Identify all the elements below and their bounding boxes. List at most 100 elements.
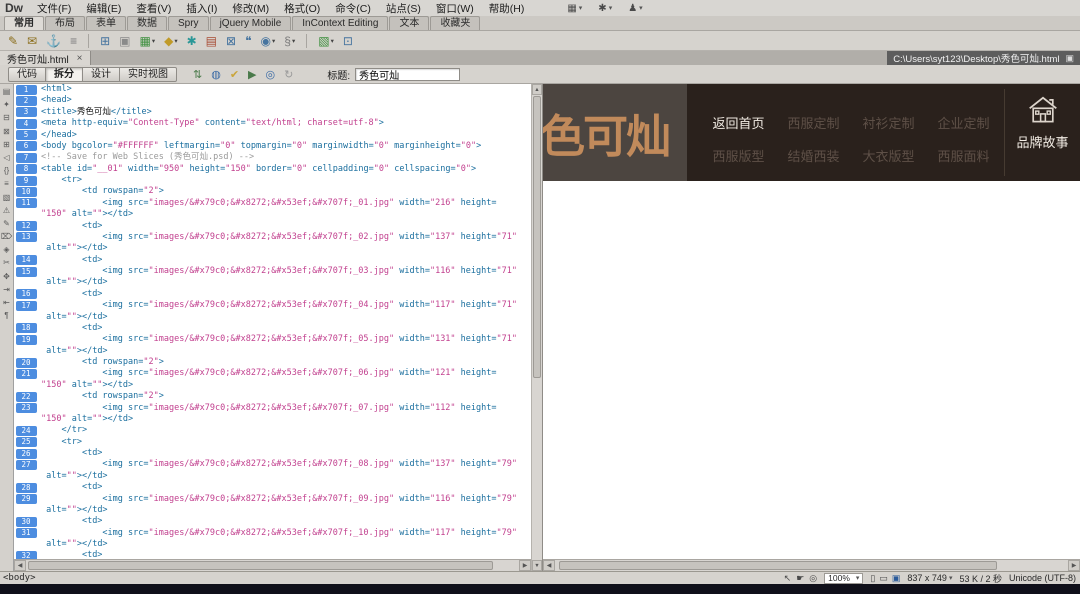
panel-options-icon[interactable]: ▣ (1065, 53, 1074, 64)
show-code-navigator-icon[interactable]: ✦ (3, 100, 10, 110)
menu-item[interactable]: 帮助(H) (489, 1, 525, 16)
balance-braces-icon[interactable]: {} (4, 166, 9, 176)
expand-all-icon[interactable]: ⊞ (3, 140, 10, 150)
indent-icon[interactable]: ⇥ (3, 285, 10, 295)
scroll-down-icon[interactable]: ▼ (532, 560, 542, 571)
close-tab-icon[interactable]: × (77, 53, 83, 64)
view-mode-button[interactable]: 实时视图 (119, 67, 177, 82)
design-horizontal-scrollbar[interactable]: ◀ ▶ (543, 559, 1080, 571)
recent-snippets-icon[interactable]: ✂ (3, 258, 10, 268)
view-mode-button[interactable]: 设计 (82, 67, 120, 82)
select-parent-tag-icon[interactable]: ◁ (3, 153, 9, 163)
scroll-thumb[interactable] (28, 561, 493, 570)
insert-tab[interactable]: 常用 (4, 16, 44, 30)
desktop-size-icon[interactable]: ▣ (892, 573, 901, 584)
scroll-right-icon[interactable]: ▶ (1068, 560, 1080, 571)
collapse-full-tag-icon[interactable]: ⊟ (3, 113, 10, 123)
insert-tab[interactable]: 布局 (45, 16, 85, 30)
view-mode-button[interactable]: 拆分 (45, 67, 83, 82)
design-view[interactable]: 色可灿 返回首页西服定制衬衫定制企业定制 西服版型结婚西装大衣版型西服面料 品牌… (542, 84, 1080, 571)
scroll-up-icon[interactable]: ▲ (532, 84, 542, 95)
validate-markup-icon[interactable]: ✔ (230, 68, 239, 81)
menu-item[interactable]: 文件(F) (37, 1, 71, 16)
menu-item[interactable]: 编辑(E) (86, 1, 121, 16)
menu-item[interactable]: 修改(M) (232, 1, 269, 16)
window-size-value[interactable]: 837 x 749 ▾ (907, 573, 952, 583)
horizontal-rule-icon[interactable]: ≡ (70, 34, 77, 48)
hyperlink-icon[interactable]: ✎ (8, 34, 18, 48)
scroll-left-icon[interactable]: ◀ (543, 560, 555, 571)
preview-in-browser-icon[interactable]: ◍ (211, 68, 221, 81)
code-vertical-scrollbar[interactable]: ▲ ▼ (531, 84, 542, 571)
media-icon[interactable]: ◆▾ (164, 34, 178, 48)
scroll-track[interactable] (555, 560, 1068, 571)
insert-tab[interactable]: 表单 (86, 16, 126, 30)
live-code-icon[interactable]: ▶ (248, 68, 256, 81)
insert-tab[interactable]: 数据 (127, 16, 167, 30)
scroll-thumb[interactable] (533, 96, 541, 378)
zoom-select[interactable]: 100% ▾ (824, 573, 863, 584)
scroll-track[interactable] (532, 95, 542, 560)
highlight-invalid-code-icon[interactable]: ▧ (3, 193, 11, 203)
document-tab[interactable]: 秀色可灿.html × (0, 51, 91, 65)
menu-item[interactable]: 站点(S) (386, 1, 421, 16)
menu-item[interactable]: 插入(I) (186, 1, 217, 16)
inspect-mode-icon[interactable]: ◎ (266, 68, 276, 81)
hand-tool-icon[interactable]: ☛ (796, 573, 804, 584)
tablet-size-icon[interactable]: ▭ (879, 573, 888, 584)
workspace-layout-icon[interactable]: ▦▾ (567, 3, 582, 14)
insert-tab[interactable]: Spry (168, 16, 209, 30)
design-canvas[interactable] (543, 181, 1080, 559)
extensions-gear-icon[interactable]: ✱▾ (598, 3, 612, 14)
menu-item[interactable]: 查看(V) (136, 1, 171, 16)
remove-comment-icon[interactable]: ⌦ (1, 232, 12, 242)
dreamweaver-window: Dw 文件(F)编辑(E)查看(V)插入(I)修改(M)格式(O)命令(C)站点… (0, 0, 1080, 594)
tag-chooser-icon[interactable]: ⊡ (343, 34, 353, 48)
widget-icon[interactable]: ✱ (187, 34, 197, 48)
templates-icon[interactable]: ▧▾ (318, 34, 334, 48)
code-editor[interactable]: 1<html>2<head>3<title>秀色可灿</title>4<meta… (14, 84, 531, 559)
insert-tab[interactable]: 收藏夹 (430, 16, 480, 30)
scroll-thumb[interactable] (559, 561, 997, 570)
refresh-design-view-icon[interactable]: ↻ (284, 68, 293, 81)
code-view[interactable]: 1<html>2<head>3<title>秀色可灿</title>4<meta… (14, 84, 531, 571)
cs-live-user-icon[interactable]: ♟▾ (628, 3, 642, 14)
comment-icon[interactable]: ❝ (245, 34, 251, 48)
outdent-icon[interactable]: ⇤ (3, 298, 10, 308)
wrap-tag-icon[interactable]: ◈ (3, 245, 9, 255)
table-icon[interactable]: ⊞ (100, 34, 110, 48)
move-css-icon[interactable]: ✥ (3, 272, 10, 282)
open-documents-icon[interactable]: ▤ (3, 87, 11, 97)
file-management-icon[interactable]: ⇅ (193, 68, 202, 81)
image-icon[interactable]: ▦▾ (140, 34, 156, 48)
chevron-down-icon: ▾ (272, 37, 275, 45)
title-input[interactable] (355, 68, 460, 81)
insert-tab[interactable]: jQuery Mobile (210, 16, 292, 30)
named-anchor-icon[interactable]: ⚓ (46, 34, 61, 48)
scroll-track[interactable] (26, 560, 519, 571)
syntax-error-alerts-icon[interactable]: ⚠ (3, 206, 10, 216)
code-horizontal-scrollbar[interactable]: ◀ ▶ (14, 559, 531, 571)
format-source-icon[interactable]: ¶ (4, 311, 8, 321)
scroll-left-icon[interactable]: ◀ (14, 560, 26, 571)
server-include-icon[interactable]: ⊠ (226, 34, 236, 48)
menu-item[interactable]: 命令(C) (335, 1, 371, 16)
insert-tab[interactable]: InContext Editing (292, 16, 388, 30)
email-link-icon[interactable]: ✉ (27, 34, 37, 48)
menu-item[interactable]: 窗口(W) (436, 1, 474, 16)
scroll-right-icon[interactable]: ▶ (519, 560, 531, 571)
collapse-selection-icon[interactable]: ⊠ (3, 127, 10, 137)
select-tool-icon[interactable]: ↖ (784, 573, 792, 584)
head-icon[interactable]: ◉▾ (261, 34, 276, 48)
tag-selector[interactable]: <body> (3, 573, 36, 583)
insert-div-icon[interactable]: ▣ (119, 34, 130, 48)
mobile-size-icon[interactable]: ▯ (870, 573, 875, 584)
insert-tab[interactable]: 文本 (389, 16, 429, 30)
view-mode-button[interactable]: 代码 (8, 67, 46, 82)
menu-item[interactable]: 格式(O) (284, 1, 320, 16)
date-icon[interactable]: ▤ (206, 34, 217, 48)
zoom-tool-icon[interactable]: ◎ (809, 573, 817, 584)
apply-comment-icon[interactable]: ✎ (3, 219, 10, 229)
script-icon[interactable]: §▾ (284, 34, 295, 48)
line-numbers-icon[interactable]: ≡ (4, 179, 9, 189)
